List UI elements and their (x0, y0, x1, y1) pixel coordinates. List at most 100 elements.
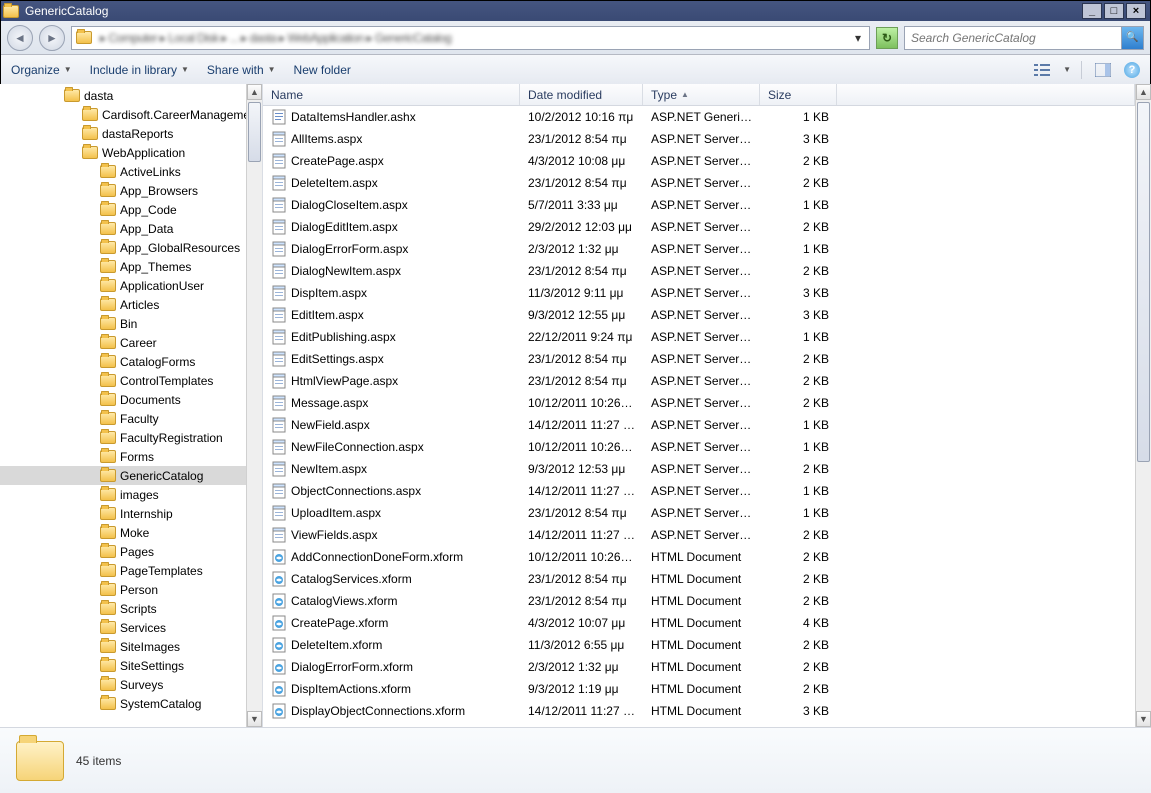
file-row[interactable]: DataItemsHandler.ashx10/2/2012 10:16 πμA… (263, 106, 1135, 128)
tree-item[interactable]: Internship (0, 504, 246, 523)
tree-item[interactable]: App_Data (0, 219, 246, 238)
file-row[interactable]: NewItem.aspx9/3/2012 12:53 μμASP.NET Ser… (263, 458, 1135, 480)
scroll-down-icon[interactable]: ▼ (247, 711, 262, 727)
search-input[interactable] (905, 31, 1121, 45)
tree-item[interactable]: GenericCatalog (0, 466, 246, 485)
file-type: HTML Document (643, 572, 760, 586)
include-in-library-menu[interactable]: Include in library▼ (90, 63, 189, 77)
file-row[interactable]: DispItemActions.xform9/3/2012 1:19 μμHTM… (263, 678, 1135, 700)
file-row[interactable]: CatalogServices.xform23/1/2012 8:54 πμHT… (263, 568, 1135, 590)
tree-item[interactable]: FacultyRegistration (0, 428, 246, 447)
file-row[interactable]: AllItems.aspx23/1/2012 8:54 πμASP.NET Se… (263, 128, 1135, 150)
tree-item[interactable]: Career (0, 333, 246, 352)
file-row[interactable]: DialogErrorForm.aspx2/3/2012 1:32 μμASP.… (263, 238, 1135, 260)
tree-item[interactable]: Cardisoft.CareerManagement (0, 105, 246, 124)
tree-item[interactable]: Articles (0, 295, 246, 314)
tree-item[interactable]: WebApplication (0, 143, 246, 162)
refresh-button[interactable]: ↻ (876, 27, 898, 49)
file-row[interactable]: NewFileConnection.aspx10/12/2011 10:26 π… (263, 436, 1135, 458)
file-row[interactable]: AddConnectionDoneForm.xform10/12/2011 10… (263, 546, 1135, 568)
tree-item-label: App_Themes (120, 260, 191, 274)
tree-item[interactable]: App_Browsers (0, 181, 246, 200)
scroll-down-icon[interactable]: ▼ (1136, 711, 1151, 727)
tree-item[interactable]: ApplicationUser (0, 276, 246, 295)
organize-menu[interactable]: Organize▼ (11, 63, 72, 77)
file-row[interactable]: ViewFields.aspx14/12/2011 11:27 πμASP.NE… (263, 524, 1135, 546)
file-row[interactable]: DisplayObjectConnections.xform14/12/2011… (263, 700, 1135, 722)
file-name: NewFileConnection.aspx (291, 440, 424, 454)
tree-item[interactable]: Forms (0, 447, 246, 466)
forward-button[interactable]: ► (39, 25, 65, 51)
tree-item[interactable]: App_Themes (0, 257, 246, 276)
tree-item[interactable]: Surveys (0, 675, 246, 694)
tree-item[interactable]: Moke (0, 523, 246, 542)
column-spacer[interactable] (837, 84, 1135, 105)
tree-item[interactable]: Scripts (0, 599, 246, 618)
tree-item[interactable]: images (0, 485, 246, 504)
tree-item[interactable]: SiteSettings (0, 656, 246, 675)
tree-item[interactable]: Services (0, 618, 246, 637)
share-with-menu[interactable]: Share with▼ (207, 63, 276, 77)
address-dropdown[interactable]: ▾ (851, 31, 865, 45)
view-options-button[interactable] (1031, 59, 1053, 81)
tree-item[interactable]: Faculty (0, 409, 246, 428)
file-row[interactable]: UploadItem.aspx23/1/2012 8:54 πμASP.NET … (263, 502, 1135, 524)
tree-item[interactable]: Pages (0, 542, 246, 561)
tree-item[interactable]: ActiveLinks (0, 162, 246, 181)
file-row[interactable]: EditItem.aspx9/3/2012 12:55 μμASP.NET Se… (263, 304, 1135, 326)
column-date[interactable]: Date modified (520, 84, 643, 105)
view-dropdown[interactable]: ▼ (1063, 65, 1071, 74)
tree-item[interactable]: dastaReports (0, 124, 246, 143)
tree-item[interactable]: SiteImages (0, 637, 246, 656)
file-row[interactable]: CreatePage.xform4/3/2012 10:07 μμHTML Do… (263, 612, 1135, 634)
file-row[interactable]: DialogCloseItem.aspx5/7/2011 3:33 μμASP.… (263, 194, 1135, 216)
scroll-up-icon[interactable]: ▲ (1136, 84, 1151, 100)
file-row[interactable]: CreatePage.aspx4/3/2012 10:08 μμASP.NET … (263, 150, 1135, 172)
file-row[interactable]: HtmlViewPage.aspx23/1/2012 8:54 πμASP.NE… (263, 370, 1135, 392)
file-size: 2 KB (760, 352, 837, 366)
tree-item[interactable]: SystemCatalog (0, 694, 246, 713)
new-folder-button[interactable]: New folder (294, 63, 351, 77)
scroll-thumb[interactable] (248, 102, 261, 162)
tree-item[interactable]: App_Code (0, 200, 246, 219)
file-row[interactable]: DispItem.aspx11/3/2012 9:11 μμASP.NET Se… (263, 282, 1135, 304)
column-type[interactable]: Type▲ (643, 84, 760, 105)
column-name[interactable]: Name (263, 84, 520, 105)
tree-item[interactable]: ControlTemplates (0, 371, 246, 390)
scroll-up-icon[interactable]: ▲ (247, 84, 262, 100)
file-row[interactable]: DialogErrorForm.xform2/3/2012 1:32 μμHTM… (263, 656, 1135, 678)
file-row[interactable]: Message.aspx10/12/2011 10:26 πμASP.NET S… (263, 392, 1135, 414)
file-row[interactable]: DeleteItem.xform11/3/2012 6:55 μμHTML Do… (263, 634, 1135, 656)
back-button[interactable]: ◄ (7, 25, 33, 51)
file-row[interactable]: ObjectConnections.aspx14/12/2011 11:27 π… (263, 480, 1135, 502)
file-row[interactable]: EditPublishing.aspx22/12/2011 9:24 πμASP… (263, 326, 1135, 348)
file-row[interactable]: DialogNewItem.aspx23/1/2012 8:54 πμASP.N… (263, 260, 1135, 282)
minimize-button[interactable]: _ (1082, 3, 1102, 19)
preview-pane-button[interactable] (1092, 59, 1114, 81)
tree-item[interactable]: PageTemplates (0, 561, 246, 580)
search-box[interactable]: 🔍 (904, 26, 1144, 50)
maximize-button[interactable]: □ (1104, 3, 1124, 19)
tree-item[interactable]: Person (0, 580, 246, 599)
file-row[interactable]: DialogEditItem.aspx29/2/2012 12:03 μμASP… (263, 216, 1135, 238)
tree-item[interactable]: Documents (0, 390, 246, 409)
tree-item[interactable]: App_GlobalResources (0, 238, 246, 257)
address-bar[interactable]: ▸ Computer ▸ Local Disk ▸ ... ▸ dasta ▸ … (71, 26, 870, 50)
file-row[interactable]: DeleteItem.aspx23/1/2012 8:54 πμASP.NET … (263, 172, 1135, 194)
folder-icon (100, 450, 116, 463)
help-button[interactable]: ? (1124, 62, 1140, 78)
close-button[interactable]: × (1126, 3, 1146, 19)
column-size[interactable]: Size (760, 84, 837, 105)
tree-item[interactable]: CatalogForms (0, 352, 246, 371)
tree-item[interactable]: Bin (0, 314, 246, 333)
list-scrollbar[interactable]: ▲ ▼ (1135, 84, 1151, 727)
file-date: 14/12/2011 11:27 πμ (520, 528, 643, 542)
tree-item[interactable]: dasta (0, 86, 246, 105)
tree-scrollbar[interactable]: ▲ ▼ (246, 84, 262, 727)
file-row[interactable]: CatalogViews.xform23/1/2012 8:54 πμHTML … (263, 590, 1135, 612)
file-row[interactable]: NewField.aspx14/12/2011 11:27 πμASP.NET … (263, 414, 1135, 436)
file-size: 2 KB (760, 462, 837, 476)
file-row[interactable]: EditSettings.aspx23/1/2012 8:54 πμASP.NE… (263, 348, 1135, 370)
scroll-thumb[interactable] (1137, 102, 1150, 462)
search-icon[interactable]: 🔍 (1121, 27, 1143, 49)
